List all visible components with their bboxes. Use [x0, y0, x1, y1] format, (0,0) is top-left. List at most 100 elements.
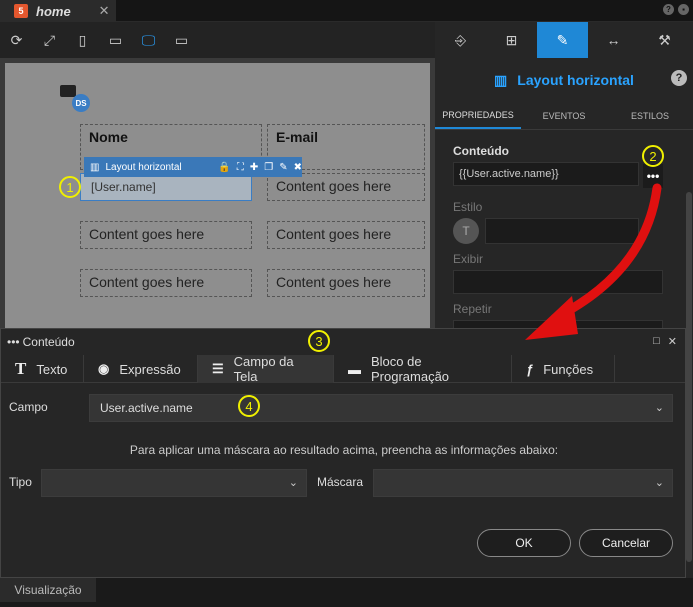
- tab-expressao[interactable]: ◉ Expressão: [84, 355, 198, 383]
- delete-icon[interactable]: ✖: [294, 162, 302, 173]
- app-root: 5 home ✕ ? ▪ ⟳ ⤢ ▯ ▭ 🖵 ▭ DS Nome E-mail …: [0, 0, 693, 607]
- selection-label: Layout horizontal: [105, 161, 182, 173]
- exibir-label: Exibir: [453, 252, 484, 266]
- database-icon: [60, 85, 76, 97]
- dialog-title: Conteúdo: [22, 335, 75, 349]
- tab-bar: 5 home ✕ ? ▪: [0, 0, 693, 22]
- ds-badge: DS: [72, 94, 90, 112]
- html5-icon: 5: [14, 4, 28, 18]
- dialog-tabs: T Texto ◉ Expressão ☰ Campo da Tela ▬ Bl…: [1, 354, 685, 384]
- login-icon[interactable]: ⎆: [435, 22, 486, 58]
- tab-eventos[interactable]: EVENTOS: [521, 102, 607, 129]
- close-icon[interactable]: ✕: [668, 335, 677, 348]
- help-icon[interactable]: ?: [663, 4, 674, 15]
- estilo-row: T: [453, 218, 693, 244]
- user-icon[interactable]: ▪: [678, 4, 689, 15]
- dialog-menu-icon: •••: [7, 335, 20, 349]
- conteudo-input[interactable]: {{User.active.name}}: [453, 162, 639, 186]
- eye-icon: ◉: [98, 361, 110, 376]
- tab-campo-da-tela[interactable]: ☰ Campo da Tela: [198, 354, 334, 384]
- panel-scrollbar[interactable]: [686, 192, 692, 562]
- lock-icon[interactable]: 🔒: [218, 162, 230, 173]
- cell-placeholder[interactable]: Content goes here: [267, 269, 425, 297]
- resize-icon[interactable]: ↔: [588, 22, 639, 58]
- estilo-label: Estilo: [453, 200, 483, 214]
- repetir-label: Repetir: [453, 302, 492, 316]
- selected-cell-username[interactable]: [User.name]: [80, 173, 252, 201]
- desktop-icon[interactable]: 🖵: [132, 22, 165, 58]
- callout-2: 2: [642, 145, 664, 167]
- campo-label: Campo: [9, 400, 48, 414]
- maximize-icon[interactable]: □: [653, 335, 660, 348]
- tab-funcoes[interactable]: ƒ Funções: [512, 355, 615, 383]
- chevron-down-icon: ⌄: [654, 477, 664, 489]
- tab-title: home: [36, 3, 71, 19]
- tab-label: Texto: [36, 361, 68, 377]
- callout-3: 3: [308, 330, 330, 352]
- top-right-controls: ? ▪: [663, 4, 689, 15]
- tab-bloco-programacao[interactable]: ▬ Bloco de Programação: [334, 354, 512, 384]
- component-title: ▥ Layout horizontal ?: [435, 58, 693, 102]
- tab-propriedades[interactable]: PROPRIEDADES: [435, 102, 521, 129]
- tab-home[interactable]: 5 home ✕: [0, 0, 116, 22]
- dialog-header: ••• Conteúdo □ ✕: [1, 329, 685, 355]
- tools-icon[interactable]: ⚒: [639, 22, 690, 58]
- component-name: Layout horizontal: [517, 72, 634, 88]
- conteudo-dialog: ••• Conteúdo □ ✕ T Texto ◉ Expressão ☰ C…: [0, 328, 686, 578]
- device-toolbar: ⟳ ⤢ ▯ ▭ 🖵 ▭: [0, 22, 435, 58]
- layout-icon: ▥: [90, 161, 100, 173]
- cell-placeholder[interactable]: Content goes here: [267, 221, 425, 249]
- estilo-avatar: T: [453, 218, 479, 244]
- tab-label: Bloco de Programação: [371, 354, 450, 384]
- estilo-input[interactable]: [485, 218, 639, 244]
- add-icon[interactable]: ✚: [250, 162, 258, 173]
- ok-button[interactable]: OK: [477, 529, 571, 557]
- close-icon[interactable]: ✕: [99, 3, 110, 19]
- cell-placeholder[interactable]: Content goes here: [80, 269, 252, 297]
- cancel-button[interactable]: Cancelar: [579, 529, 673, 557]
- tab-label: Expressão: [119, 361, 181, 377]
- callout-1: 1: [59, 176, 81, 198]
- monitor-icon[interactable]: ▭: [165, 22, 198, 58]
- tab-estilos[interactable]: ESTILOS: [607, 102, 693, 129]
- campo-select[interactable]: User.active.name ⌄: [89, 394, 673, 422]
- tab-visualizacao[interactable]: Visualização: [0, 578, 96, 602]
- mask-hint: Para aplicar uma máscara ao resultado ac…: [129, 443, 559, 457]
- footer-bar: Visualização: [0, 578, 693, 607]
- mascara-select[interactable]: ⌄: [373, 469, 673, 497]
- tipo-label: Tipo: [9, 475, 32, 489]
- panel-tabs: ⎆ ⊞ ✎ ↔ ⚒: [435, 22, 693, 58]
- cell-placeholder[interactable]: Content goes here: [267, 173, 425, 201]
- tab-label: Campo da Tela: [233, 354, 294, 384]
- selection-toolbar: ▥ Layout horizontal 🔒 ⛶ ✚ ❐ ✎ ✖: [84, 157, 302, 177]
- pencil-icon[interactable]: ✎: [537, 22, 588, 58]
- columns-icon: ▥: [494, 71, 508, 88]
- tree-icon[interactable]: ⊞: [486, 22, 537, 58]
- cell-placeholder[interactable]: Content goes here: [80, 221, 252, 249]
- expand-icon[interactable]: ⤢: [33, 22, 66, 58]
- property-subtabs: PROPRIEDADES EVENTOS ESTILOS: [435, 102, 693, 130]
- dialog-controls: □ ✕: [653, 335, 677, 348]
- help-icon[interactable]: ?: [671, 70, 687, 86]
- chevron-down-icon: ⌄: [654, 402, 664, 414]
- copy-icon[interactable]: ❐: [264, 162, 273, 173]
- chevron-down-icon: ⌄: [288, 477, 298, 489]
- tab-label: Funções: [543, 361, 594, 377]
- callout-4: 4: [238, 395, 260, 417]
- function-icon: ƒ: [526, 361, 534, 377]
- database-icon: ☰: [212, 361, 224, 376]
- campo-value: User.active.name: [100, 401, 193, 415]
- block-icon: ▬: [348, 361, 361, 377]
- more-options-button[interactable]: •••: [643, 164, 663, 188]
- exibir-select[interactable]: [453, 270, 663, 294]
- data-grid: Nome E-mail [User.name] Content goes her…: [75, 118, 425, 318]
- tipo-select[interactable]: ⌄: [41, 469, 307, 497]
- fullscreen-icon[interactable]: ⛶: [237, 162, 244, 173]
- mascara-label: Máscara: [317, 475, 364, 489]
- tab-texto[interactable]: T Texto: [1, 355, 84, 383]
- wand-icon[interactable]: ✎: [279, 162, 287, 173]
- phone-icon[interactable]: ▯: [66, 22, 99, 58]
- tablet-icon[interactable]: ▭: [99, 22, 132, 58]
- refresh-icon[interactable]: ⟳: [0, 22, 33, 58]
- datasource-icon[interactable]: DS: [60, 85, 90, 113]
